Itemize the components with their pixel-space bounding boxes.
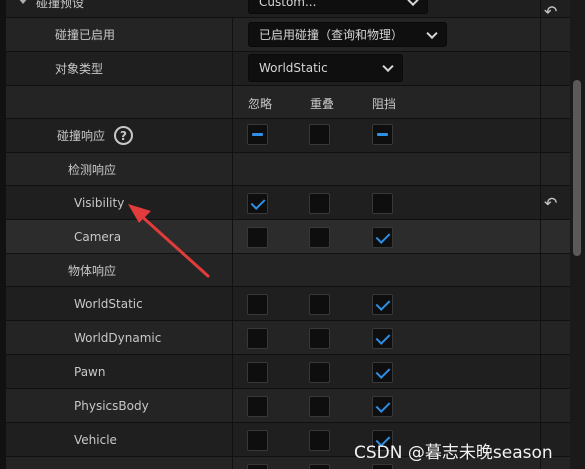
details-panel: 碰撞预设 Custom... ↶ 碰撞已启用 已启用碰撞（查询和物理） 对象类型…: [0, 0, 585, 469]
red-arrow: [128, 204, 210, 278]
watermark: CSDN @暮志未晚season: [354, 443, 553, 463]
